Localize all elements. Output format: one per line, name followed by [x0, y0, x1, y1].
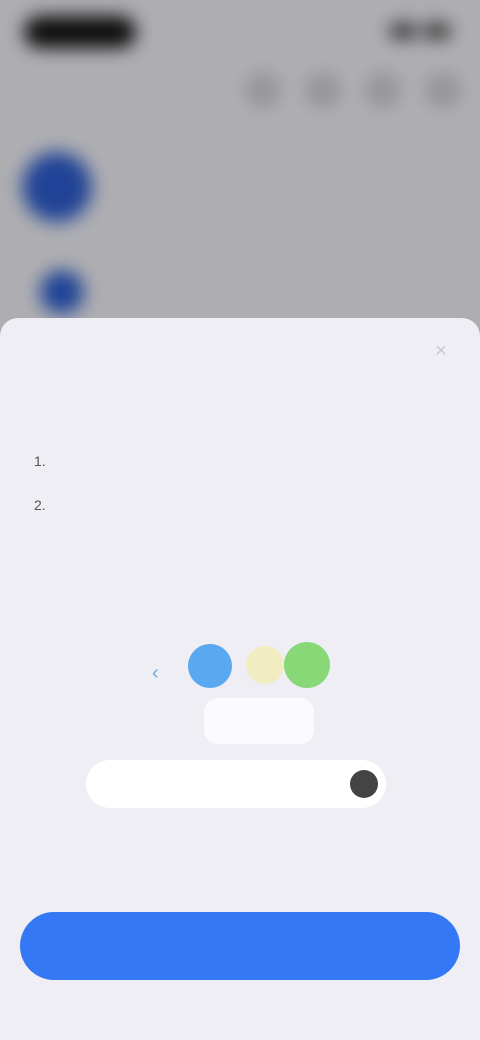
instruction-list: 1. 2. [34, 450, 446, 539]
close-icon: × [435, 340, 447, 362]
record-icon [350, 770, 378, 798]
illustration-field [86, 760, 386, 808]
green-circle [284, 642, 330, 688]
instruction-item: 1. [34, 450, 446, 472]
illustration: ‹ [80, 602, 400, 872]
blue-circle [188, 644, 232, 688]
instruction-number: 1. [34, 453, 46, 469]
instruction-item: 2. [34, 494, 446, 516]
yellow-circle [246, 646, 284, 684]
illustration-card [204, 698, 314, 744]
instruction-number: 2. [34, 497, 46, 514]
bottom-sheet: × 1. 2. ‹ [0, 318, 480, 1040]
primary-button[interactable] [20, 912, 460, 980]
screen: × 1. 2. ‹ [0, 0, 480, 1040]
arrow-left-icon: ‹ [152, 662, 159, 684]
close-button[interactable]: × [428, 338, 454, 364]
